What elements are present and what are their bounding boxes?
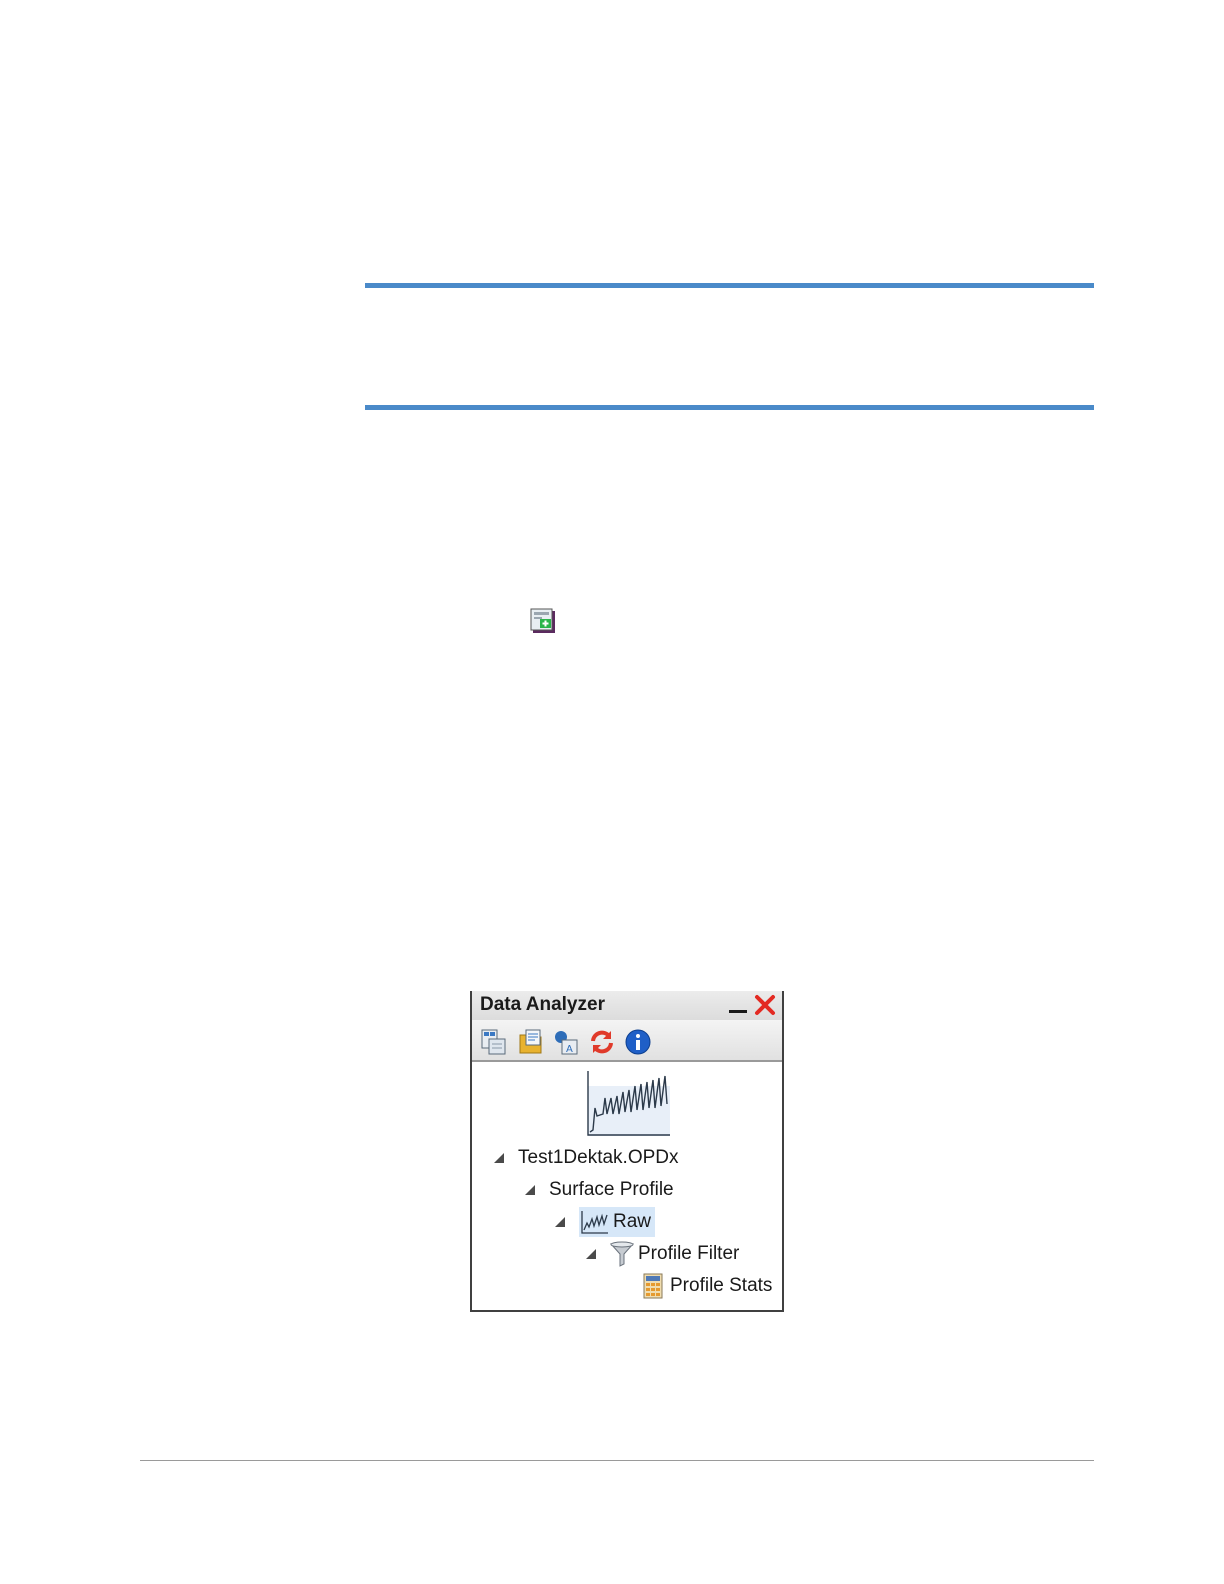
- tree-node-label: Surface Profile: [549, 1179, 674, 1200]
- panel-title: Data Analyzer: [480, 994, 605, 1015]
- data-analyzer-panel: Data Analyzer A Test1Dektak.OPDx Surface…: [470, 991, 784, 1312]
- open-folder-icon[interactable]: [517, 1028, 545, 1056]
- close-icon[interactable]: [754, 994, 776, 1016]
- header-rule-bottom: [365, 405, 1094, 410]
- expand-arrow-icon[interactable]: [555, 1217, 565, 1227]
- add-data-icon[interactable]: [480, 1028, 508, 1056]
- tree-node-profile-stats[interactable]: Profile Stats: [642, 1272, 772, 1300]
- expand-arrow-icon[interactable]: [586, 1249, 596, 1259]
- calculator-icon: [643, 1273, 663, 1299]
- tree-node-surface-profile[interactable]: Surface Profile: [525, 1176, 674, 1204]
- tree-node-label: Profile Stats: [670, 1275, 773, 1296]
- tree-node-profile-filter[interactable]: Profile Filter: [586, 1240, 739, 1268]
- tree-node-file[interactable]: Test1Dektak.OPDx: [494, 1144, 679, 1172]
- panel-toolbar: A: [472, 1020, 782, 1062]
- export-icon[interactable]: A: [552, 1028, 580, 1056]
- info-icon[interactable]: [624, 1028, 652, 1056]
- add-data-icon: [530, 608, 555, 633]
- tree-node-label: Test1Dektak.OPDx: [518, 1147, 679, 1168]
- tree-node-selected[interactable]: Raw: [579, 1207, 656, 1237]
- data-tree: Test1Dektak.OPDx Surface Profile Raw Pro: [472, 1062, 782, 1310]
- filter-icon: [610, 1241, 634, 1267]
- tree-node-label: Raw: [613, 1211, 652, 1232]
- raw-profile-icon: [581, 1211, 608, 1234]
- tree-node-label: Profile Filter: [638, 1243, 740, 1264]
- tree-node-raw[interactable]: Raw: [555, 1207, 656, 1237]
- footer-rule: [140, 1460, 1094, 1461]
- profile-thumbnail[interactable]: [587, 1070, 671, 1136]
- panel-header: Data Analyzer: [472, 991, 782, 1020]
- minimize-icon[interactable]: [728, 997, 748, 1015]
- header-rule-top: [365, 283, 1094, 288]
- svg-text:A: A: [566, 1044, 573, 1055]
- expand-arrow-icon[interactable]: [494, 1153, 504, 1163]
- refresh-icon[interactable]: [588, 1028, 616, 1056]
- expand-arrow-icon[interactable]: [525, 1185, 535, 1195]
